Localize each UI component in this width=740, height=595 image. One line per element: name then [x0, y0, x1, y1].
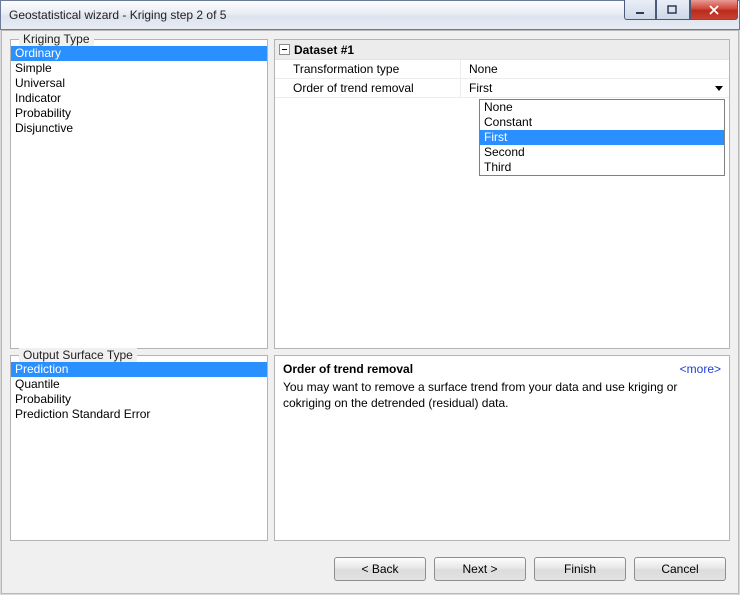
property-row-transformation[interactable]: Transformation type None [275, 60, 729, 79]
list-item[interactable]: Disjunctive [11, 121, 267, 136]
maximize-button[interactable] [656, 0, 690, 20]
close-icon [708, 5, 720, 15]
property-row-trend-removal[interactable]: Order of trend removal First [275, 79, 729, 98]
client-area: Kriging Type OrdinarySimpleUniversalIndi… [1, 30, 739, 594]
property-label: Transformation type [275, 60, 461, 78]
cancel-button[interactable]: Cancel [634, 557, 726, 581]
right-column: Dataset #1 Transformation type None Orde… [274, 39, 730, 541]
list-item[interactable]: Simple [11, 61, 267, 76]
list-item[interactable]: Prediction [11, 362, 267, 377]
minimize-button[interactable] [624, 0, 656, 20]
help-text: You may want to remove a surface trend f… [283, 380, 721, 411]
list-item[interactable]: Ordinary [11, 46, 267, 61]
dropdown-item[interactable]: Third [480, 160, 724, 175]
next-button[interactable]: Next > [434, 557, 526, 581]
list-item[interactable]: Probability [11, 392, 267, 407]
dropdown-item[interactable]: Second [480, 145, 724, 160]
titlebar: Geostatistical wizard - Kriging step 2 o… [0, 0, 740, 30]
list-item[interactable]: Quantile [11, 377, 267, 392]
dropdown-item[interactable]: Constant [480, 115, 724, 130]
list-item[interactable]: Indicator [11, 91, 267, 106]
kriging-type-list[interactable]: OrdinarySimpleUniversalIndicatorProbabil… [11, 46, 267, 136]
dataset-title: Dataset #1 [294, 43, 354, 57]
maximize-icon [667, 5, 679, 15]
list-item[interactable]: Probability [11, 106, 267, 121]
property-value-dropdown[interactable]: First [461, 79, 729, 97]
help-panel: Order of trend removal <more> You may wa… [274, 355, 730, 541]
output-surface-body: PredictionQuantileProbabilityPrediction … [11, 356, 267, 540]
window-title: Geostatistical wizard - Kriging step 2 o… [9, 8, 226, 22]
output-surface-group: Output Surface Type PredictionQuantilePr… [10, 355, 268, 541]
kriging-type-body: OrdinarySimpleUniversalIndicatorProbabil… [11, 40, 267, 348]
window-controls [624, 0, 738, 20]
close-button[interactable] [690, 0, 738, 20]
trend-removal-dropdown[interactable]: NoneConstantFirstSecondThird [479, 99, 725, 176]
wizard-buttons: < Back Next > Finish Cancel [334, 557, 726, 581]
content-area: Kriging Type OrdinarySimpleUniversalIndi… [10, 39, 730, 541]
collapse-icon[interactable] [279, 44, 290, 55]
minimize-icon [635, 5, 645, 15]
property-label: Order of trend removal [275, 79, 461, 97]
help-title: Order of trend removal [283, 362, 721, 376]
left-column: Kriging Type OrdinarySimpleUniversalIndi… [10, 39, 268, 541]
property-value-text: First [469, 81, 492, 95]
back-button[interactable]: < Back [334, 557, 426, 581]
dataset-header: Dataset #1 [275, 40, 729, 60]
dataset-panel: Dataset #1 Transformation type None Orde… [274, 39, 730, 349]
finish-button[interactable]: Finish [534, 557, 626, 581]
kriging-type-label: Kriging Type [19, 32, 94, 46]
kriging-type-group: Kriging Type OrdinarySimpleUniversalIndi… [10, 39, 268, 349]
list-item[interactable]: Universal [11, 76, 267, 91]
list-item[interactable]: Prediction Standard Error [11, 407, 267, 422]
output-surface-list[interactable]: PredictionQuantileProbabilityPrediction … [11, 362, 267, 422]
dropdown-item[interactable]: First [480, 130, 724, 145]
chevron-down-icon[interactable] [711, 81, 726, 96]
property-value: None [461, 60, 729, 78]
output-surface-label: Output Surface Type [19, 348, 137, 362]
dropdown-item[interactable]: None [480, 100, 724, 115]
help-more-link[interactable]: <more> [680, 362, 721, 376]
